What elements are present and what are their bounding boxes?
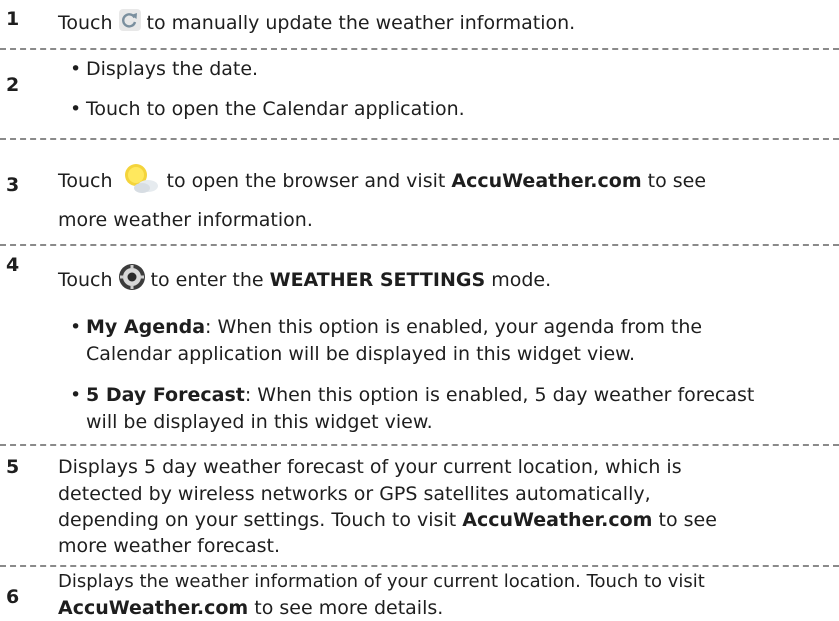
divider [0, 244, 839, 246]
item-3-line2: more weather information. [58, 209, 313, 231]
item-2-bullet-2: • Touch to open the Calendar application. [70, 98, 465, 120]
item-6-number: 6 [6, 586, 20, 608]
accuweather-link: AccuWeather.com [58, 597, 249, 619]
item-4-text: Touch to enter the WEATHER SETTINGS mode. [58, 263, 835, 298]
item-4-bullet-1-line2: Calendar application will be displayed i… [86, 343, 636, 365]
item-3-text: Touch to open the browser and visit AccuW… [58, 160, 835, 203]
item-4-bullet-2: • 5 Day Forecast: When this option is ena… [70, 384, 755, 406]
item-5-line1: Displays 5 day weather forecast of your … [58, 456, 682, 478]
item-4-bullet-2-line2: will be displayed in this widget view. [86, 411, 433, 433]
divider [0, 48, 839, 50]
item-1-text: Touch to manually update the weather info… [58, 8, 835, 39]
divider [0, 444, 839, 446]
item-6-line1: Displays the weather information of your… [58, 571, 705, 592]
item-2-bullet-1: • Displays the date. [70, 58, 259, 80]
item-4-bullet-1: • My Agenda: When this option is enabled,… [70, 316, 703, 338]
sun-cloud-icon [118, 160, 162, 203]
item-1-number: 1 [6, 8, 20, 30]
accuweather-link: AccuWeather.com [451, 170, 642, 192]
item-5-number: 5 [6, 456, 20, 478]
item-3-number: 3 [6, 174, 20, 196]
divider [0, 138, 839, 140]
item-1-pre: Touch [58, 12, 113, 34]
item-5-line4: more weather forecast. [58, 535, 281, 557]
item-2-number: 2 [6, 74, 20, 96]
divider [0, 565, 839, 567]
settings-icon [118, 263, 146, 298]
item-6-line2: AccuWeather.com to see more details. [58, 597, 444, 619]
item-4-number: 4 [6, 254, 20, 276]
accuweather-link: AccuWeather.com [462, 509, 653, 531]
item-5-line2: detected by wireless networks or GPS sat… [58, 483, 651, 505]
item-5-line3: depending on your settings. Touch to vis… [58, 509, 717, 531]
weather-settings-label: WEATHER SETTINGS [269, 269, 486, 291]
refresh-icon [118, 8, 142, 39]
item-1-post: to manually update the weather informati… [146, 12, 576, 34]
